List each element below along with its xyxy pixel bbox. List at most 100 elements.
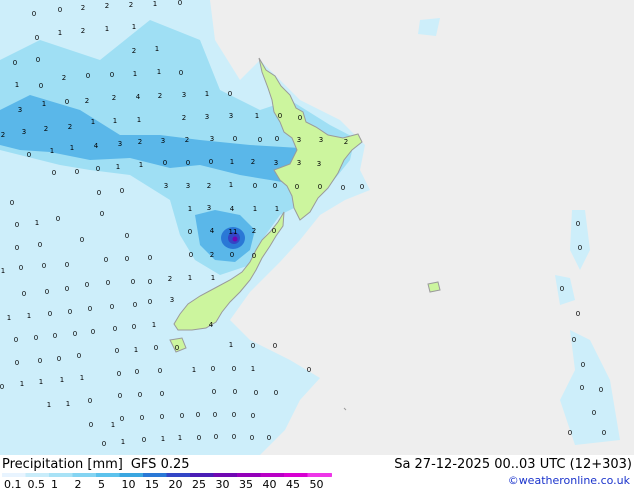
precip-value: 0 [88, 305, 92, 313]
precip-value: 0 [118, 392, 122, 400]
scale-swatch [166, 473, 190, 477]
precip-value: 0 [252, 252, 256, 260]
precip-value: 0 [278, 112, 282, 120]
precip-value: 2 [62, 74, 66, 82]
precip-value: 1 [121, 438, 125, 446]
precip-value: 1 [35, 219, 39, 227]
precip-value: 0 [254, 389, 258, 397]
precip-value: 1 [134, 346, 138, 354]
precip-value: 0 [175, 344, 179, 352]
precip-value: 0 [233, 135, 237, 143]
precip-value: 0 [13, 59, 17, 67]
precip-value: 0 [80, 236, 84, 244]
precip-value: 0 [91, 328, 95, 336]
precip-value: 1 [275, 205, 279, 213]
precip-value: 0 [96, 165, 100, 173]
precip-value: 0 [140, 414, 144, 422]
scale-swatch [119, 473, 143, 477]
precip-value: 0 [133, 301, 137, 309]
precip-value: 0 [14, 336, 18, 344]
scale-swatch [2, 473, 26, 477]
precip-value: 0 [307, 366, 311, 374]
precip-value: 1 [153, 0, 157, 8]
precip-value: 0 [148, 254, 152, 262]
precip-value: 1 [50, 147, 54, 155]
precip-value: 0 [42, 262, 46, 270]
precip-value: 1 [255, 112, 259, 120]
precip-value: 0 [599, 386, 603, 394]
precip-value: 0 [77, 352, 81, 360]
precip-value: 2 [251, 158, 255, 166]
scale-label: 2 [75, 478, 82, 489]
precip-value: 0 [213, 411, 217, 419]
precip-value: 0 [38, 357, 42, 365]
precip-value: 0 [88, 397, 92, 405]
precip-value: 1 [27, 312, 31, 320]
precip-value: 4 [136, 93, 141, 101]
precip-value: 0 [39, 82, 43, 90]
precip-value: 0 [36, 56, 40, 64]
precip-value: 0 [211, 365, 215, 373]
precip-value: 0 [53, 332, 57, 340]
precip-value: 1 [20, 380, 24, 388]
precip-value: 3 [170, 296, 174, 304]
precip-value: 1 [1, 267, 5, 275]
precip-value: 0 [154, 344, 158, 352]
precip-value: 0 [212, 388, 216, 396]
precip-value: 0 [341, 184, 345, 192]
scale-swatch [96, 473, 120, 477]
precip-value: 0 [572, 336, 576, 344]
precip-value: 0 [120, 187, 124, 195]
precip-value: 1 [188, 205, 192, 213]
precip-value: 0 [135, 368, 139, 376]
precip-value: 3 [18, 106, 22, 114]
precip-value: 0 [295, 183, 299, 191]
precip-value: 3 [319, 136, 323, 144]
precip-value: 0 [115, 347, 119, 355]
precip-value: 1 [116, 163, 120, 171]
precip-value: 3 [118, 140, 122, 148]
precip-value: 0 [230, 251, 234, 259]
scale-swatch [284, 473, 308, 477]
precip-value: 0 [117, 370, 121, 378]
scale-swatch [237, 473, 261, 477]
precip-value: 1 [161, 435, 165, 443]
precip-value: 0 [97, 189, 101, 197]
precip-value: 1 [229, 341, 233, 349]
scale-label: 35 [239, 478, 253, 489]
precip-value: 1 [91, 118, 95, 126]
precip-value: 0 [275, 135, 279, 143]
precip-value: 3 [317, 160, 321, 168]
precip-value: 3 [205, 113, 209, 121]
precip-value: 2 [81, 27, 85, 35]
precip-value: 0 [131, 278, 135, 286]
precip-value: 0 [158, 367, 162, 375]
precip-value: 2 [252, 227, 256, 235]
precip-core-30mm [232, 236, 238, 242]
precip-value: 0 [273, 182, 277, 190]
legend-title-line: Precipitation [mm] GFS 0.25 [2, 457, 190, 472]
precip-value: 0 [100, 210, 104, 218]
precip-value: 0 [576, 310, 580, 318]
precip-value: 0 [209, 158, 213, 166]
precip-value: 0 [89, 421, 93, 429]
precip-value: 1 [58, 29, 62, 37]
precip-value: 1 [229, 181, 233, 189]
precip-value: 1 [178, 434, 182, 442]
precip-value: 1 [47, 401, 51, 409]
precip-value: 3 [274, 159, 278, 167]
precip-value: 2 [344, 138, 348, 146]
precip-value: 0 [251, 412, 255, 420]
precip-value: 2 [207, 182, 211, 190]
precip-value: 0 [48, 310, 52, 318]
precip-value: 0 [65, 261, 69, 269]
precip-value: 0 [58, 6, 62, 14]
precip-value: 0 [232, 411, 236, 419]
precip-value: 0 [178, 0, 182, 7]
precip-value: 3 [229, 112, 233, 120]
precip-value: 2 [138, 138, 142, 146]
scale-arrow [331, 473, 332, 477]
precip-value: 2 [168, 275, 172, 283]
precip-value: 0 [120, 415, 124, 423]
precip-value: 0 [86, 72, 90, 80]
